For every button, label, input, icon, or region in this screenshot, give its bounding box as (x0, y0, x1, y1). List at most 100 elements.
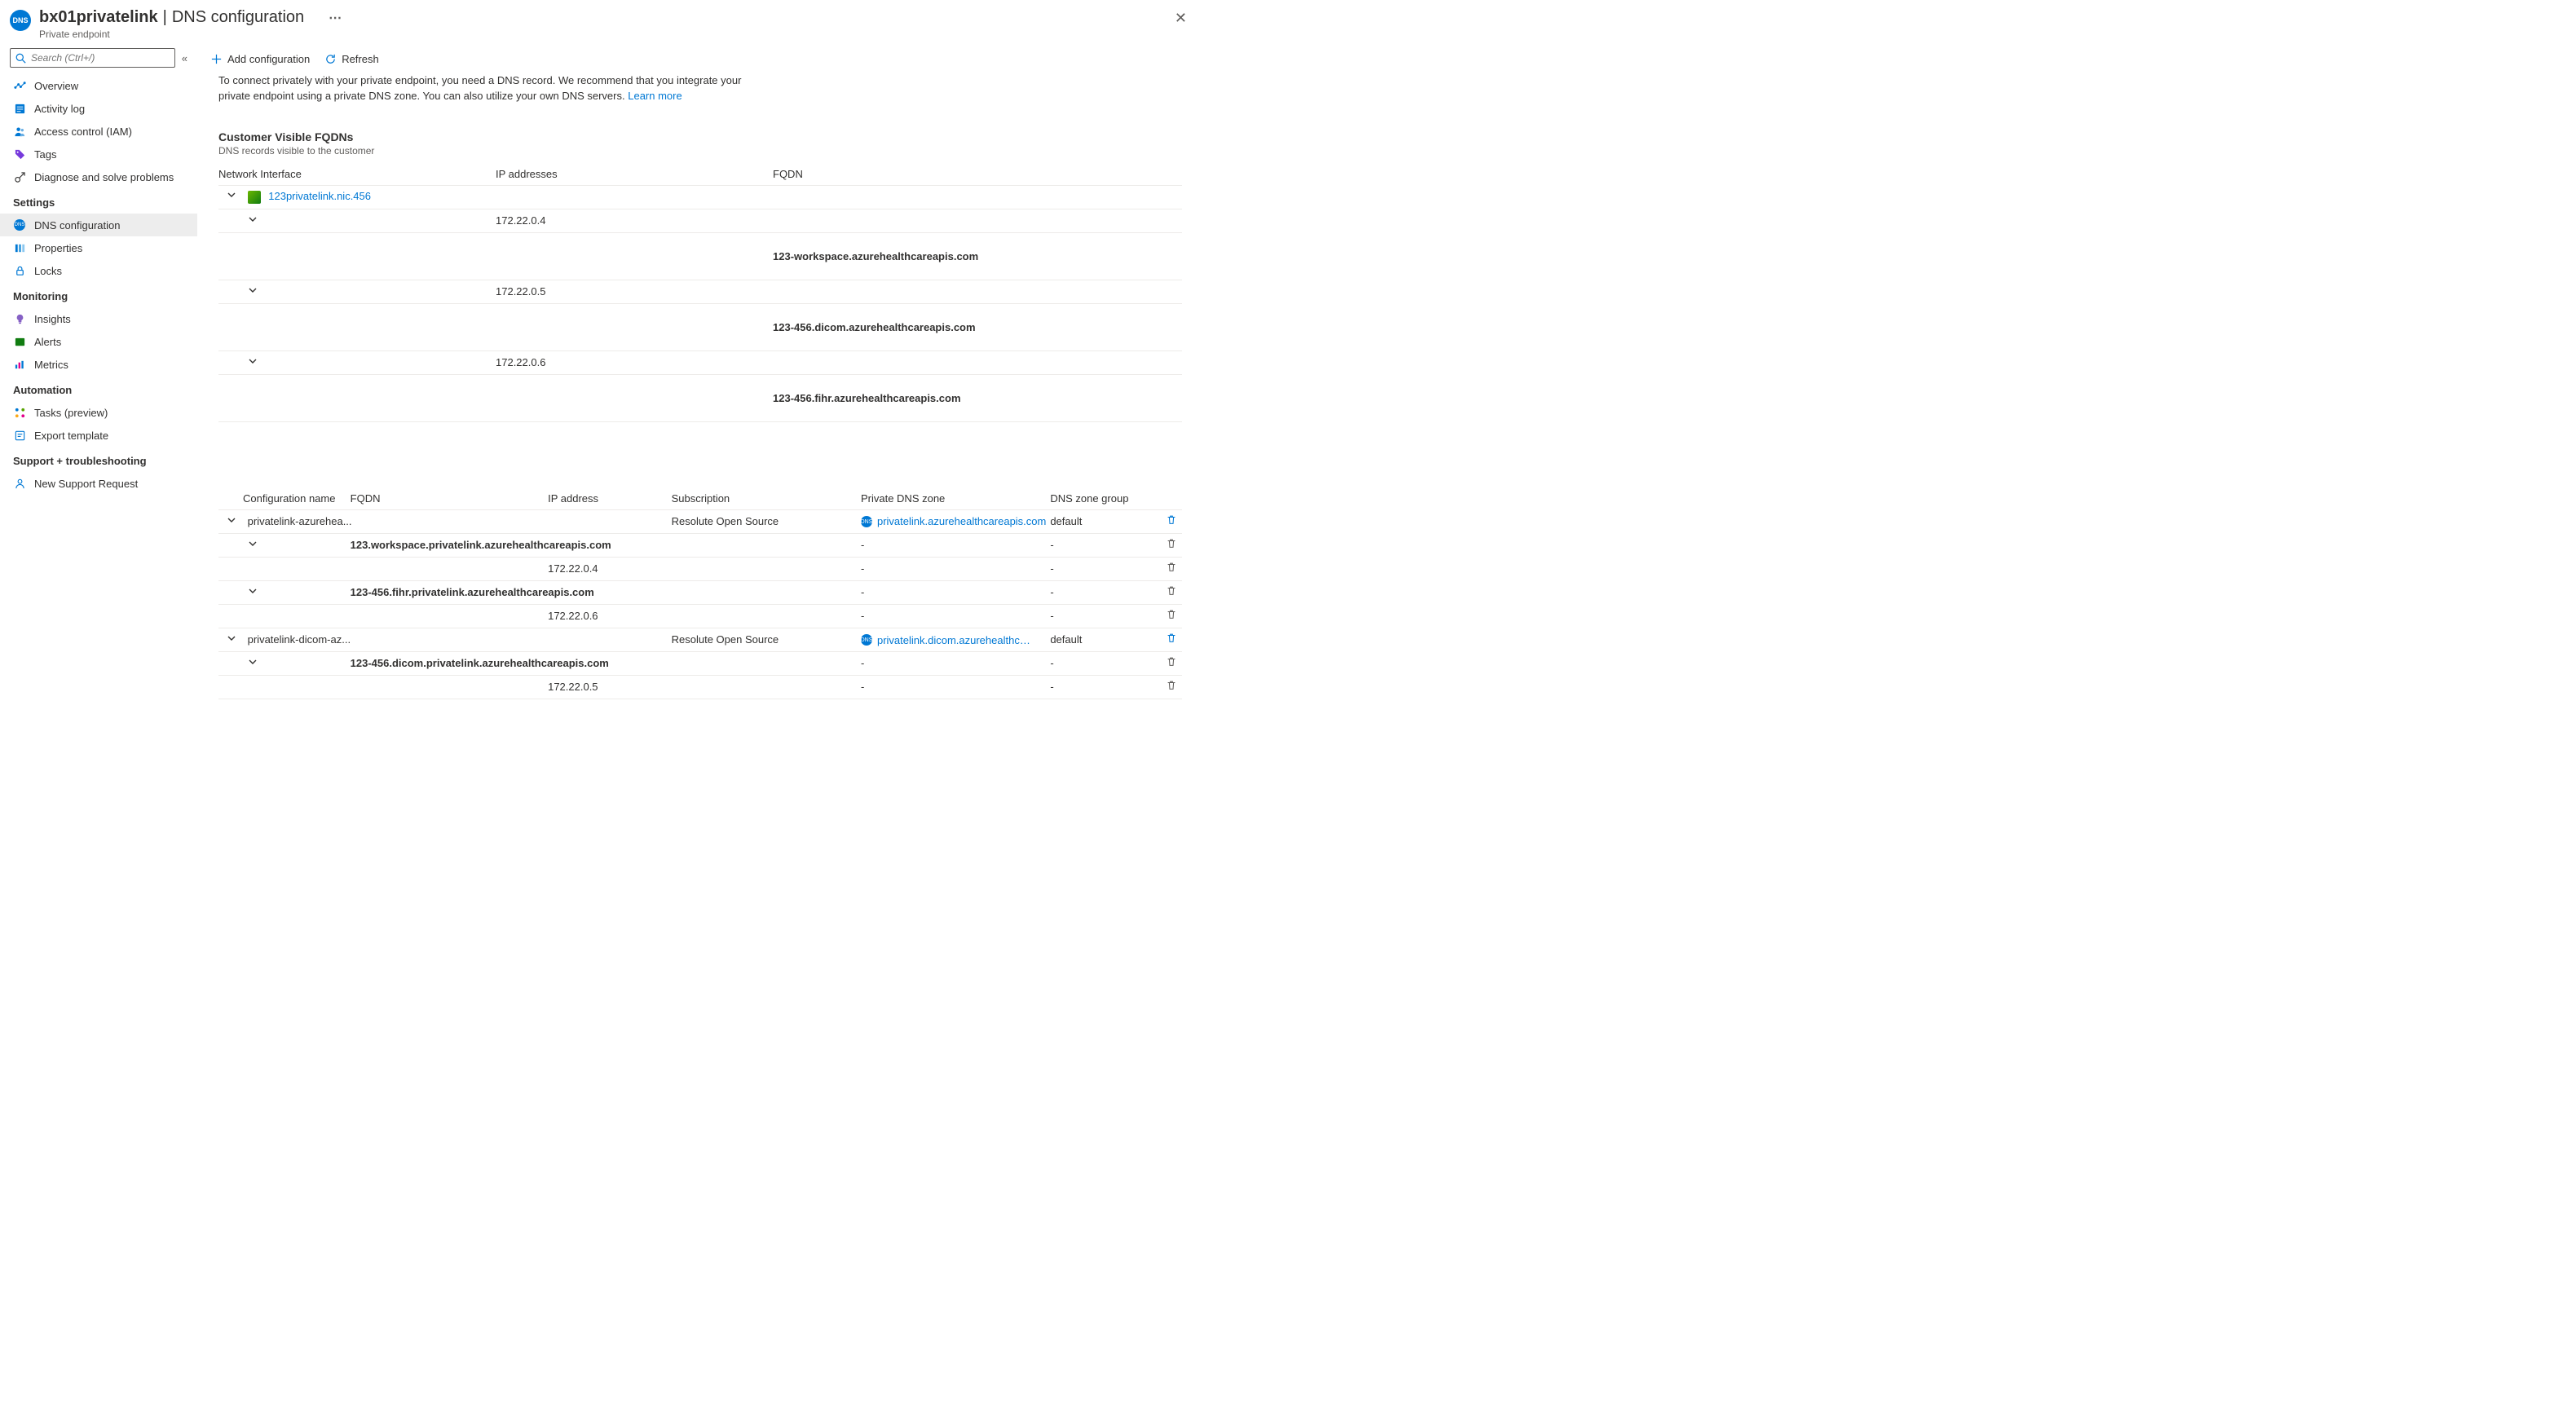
dns-zone-link[interactable]: privatelink.dicom.azurehealthcarea… (877, 634, 1036, 646)
expand-toggle[interactable] (240, 657, 266, 667)
toolbar: Add configuration Refresh (197, 45, 1206, 73)
fqdn-row: 123-workspace.azurehealthcareapis.com (218, 232, 1182, 280)
fqdn-cell: 123-456.fihr.azurehealthcareapis.com (773, 374, 1182, 421)
overview-icon (13, 79, 26, 92)
config-ip-row: 172.22.0.5 -- (218, 675, 1182, 699)
delete-button[interactable] (1166, 514, 1177, 526)
add-configuration-label: Add configuration (227, 53, 310, 65)
col-subscription: Subscription (672, 487, 861, 510)
group-dash: - (1050, 604, 1149, 628)
add-configuration-button[interactable]: Add configuration (210, 53, 310, 65)
nav-label: Overview (34, 80, 78, 92)
delete-button[interactable] (1166, 680, 1177, 691)
col-dns-zone-group: DNS zone group (1050, 487, 1149, 510)
resource-name: bx01privatelink (39, 8, 158, 27)
ip-cell: 172.22.0.6 (496, 350, 773, 374)
fqdn-ip-row: 172.22.0.4 (218, 209, 1182, 232)
refresh-icon (324, 53, 337, 65)
config-group-row: privatelink-azurehea... Resolute Open So… (218, 509, 1182, 533)
nav-item-insights[interactable]: Insights (0, 307, 197, 330)
activity-log-icon (13, 102, 26, 115)
record-ip: 172.22.0.5 (548, 675, 672, 699)
nav-label: Export template (34, 430, 108, 442)
zone-dash: - (861, 675, 1050, 699)
export-template-icon (13, 429, 26, 442)
properties-icon (13, 241, 26, 254)
nav-item-access-control[interactable]: Access control (IAM) (0, 120, 197, 143)
expand-toggle[interactable] (218, 190, 245, 200)
record-ip: 172.22.0.6 (548, 604, 672, 628)
title-separator: | (163, 8, 167, 27)
search-input[interactable] (26, 52, 170, 64)
delete-button[interactable] (1166, 609, 1177, 620)
record-ip: 172.22.0.4 (548, 557, 672, 580)
nav-label: Insights (34, 313, 71, 325)
expand-toggle[interactable] (218, 633, 245, 643)
nav-item-properties[interactable]: Properties (0, 236, 197, 259)
nav-item-metrics[interactable]: Metrics (0, 353, 197, 376)
delete-button[interactable] (1166, 562, 1177, 573)
search-box[interactable] (10, 48, 175, 68)
zone-dash: - (861, 651, 1050, 675)
nav-item-diagnose[interactable]: Diagnose and solve problems (0, 165, 197, 188)
header-titles: bx01privatelink | DNS configuration ⋯ Pr… (39, 8, 1167, 40)
record-fqdn: 123-456.fihr.privatelink.azurehealthcare… (351, 580, 672, 604)
nav-label: Alerts (34, 336, 61, 348)
delete-button[interactable] (1166, 538, 1177, 549)
lock-icon (13, 264, 26, 277)
nav-label: Metrics (34, 359, 68, 371)
page-title: DNS configuration (172, 8, 304, 27)
learn-more-link[interactable]: Learn more (628, 90, 681, 102)
group-dash: - (1050, 651, 1149, 675)
expand-toggle[interactable] (240, 356, 266, 366)
nav-item-overview[interactable]: Overview (0, 74, 197, 97)
config-name: privatelink-azurehea... (248, 515, 352, 527)
plus-icon (210, 53, 223, 65)
col-config-name: Configuration name (218, 487, 351, 510)
expand-toggle[interactable] (240, 586, 266, 596)
nav-label: Activity log (34, 103, 85, 115)
more-actions-button[interactable]: ⋯ (324, 8, 346, 28)
group-dash: - (1050, 557, 1149, 580)
close-button[interactable]: ✕ (1167, 8, 1195, 29)
col-network-interface: Network Interface (218, 163, 496, 186)
dns-zone-icon: DNS (861, 634, 872, 646)
nav-label: Tasks (preview) (34, 407, 108, 419)
expand-toggle[interactable] (240, 214, 266, 224)
nav-item-activity-log[interactable]: Activity log (0, 97, 197, 120)
delete-button[interactable] (1166, 633, 1177, 644)
fqdn-cell: 123-456.dicom.azurehealthcareapis.com (773, 303, 1182, 350)
expand-toggle[interactable] (240, 285, 266, 295)
subscription-cell: Resolute Open Source (672, 509, 861, 533)
zone-dash: - (861, 580, 1050, 604)
nav-item-tags[interactable]: Tags (0, 143, 197, 165)
dns-zone-icon: DNS (861, 516, 872, 527)
nav-item-locks[interactable]: Locks (0, 259, 197, 282)
nav-item-tasks[interactable]: Tasks (preview) (0, 401, 197, 424)
diagnose-icon (13, 170, 26, 183)
nav-item-export-template[interactable]: Export template (0, 424, 197, 447)
nav-item-alerts[interactable]: Alerts (0, 330, 197, 353)
nav-item-new-support[interactable]: New Support Request (0, 472, 197, 495)
nic-link[interactable]: 123privatelink.nic.456 (268, 190, 371, 202)
collapse-sidebar-button[interactable]: « (182, 52, 187, 64)
delete-button[interactable] (1166, 585, 1177, 597)
zone-dash: - (861, 557, 1050, 580)
nav-group-support: Support + troubleshooting (0, 447, 197, 472)
col-private-dns-zone: Private DNS zone (861, 487, 1050, 510)
resource-icon: DNS (10, 10, 31, 31)
insights-icon (13, 312, 26, 325)
delete-button[interactable] (1166, 656, 1177, 668)
config-record-row: 123.workspace.privatelink.azurehealthcar… (218, 533, 1182, 557)
table-header-row: Configuration name FQDN IP address Subsc… (218, 487, 1182, 510)
expand-toggle[interactable] (218, 515, 245, 525)
refresh-button[interactable]: Refresh (324, 53, 379, 65)
resource-type: Private endpoint (39, 29, 1167, 40)
intro-text: To connect privately with your private e… (218, 73, 756, 104)
dns-icon: DNS (13, 218, 26, 231)
col-ip: IP address (548, 487, 672, 510)
expand-toggle[interactable] (240, 539, 266, 549)
nav-item-dns-configuration[interactable]: DNS DNS configuration (0, 214, 197, 236)
nav-group-monitoring: Monitoring (0, 282, 197, 307)
dns-zone-link[interactable]: privatelink.azurehealthcareapis.com (877, 515, 1046, 527)
